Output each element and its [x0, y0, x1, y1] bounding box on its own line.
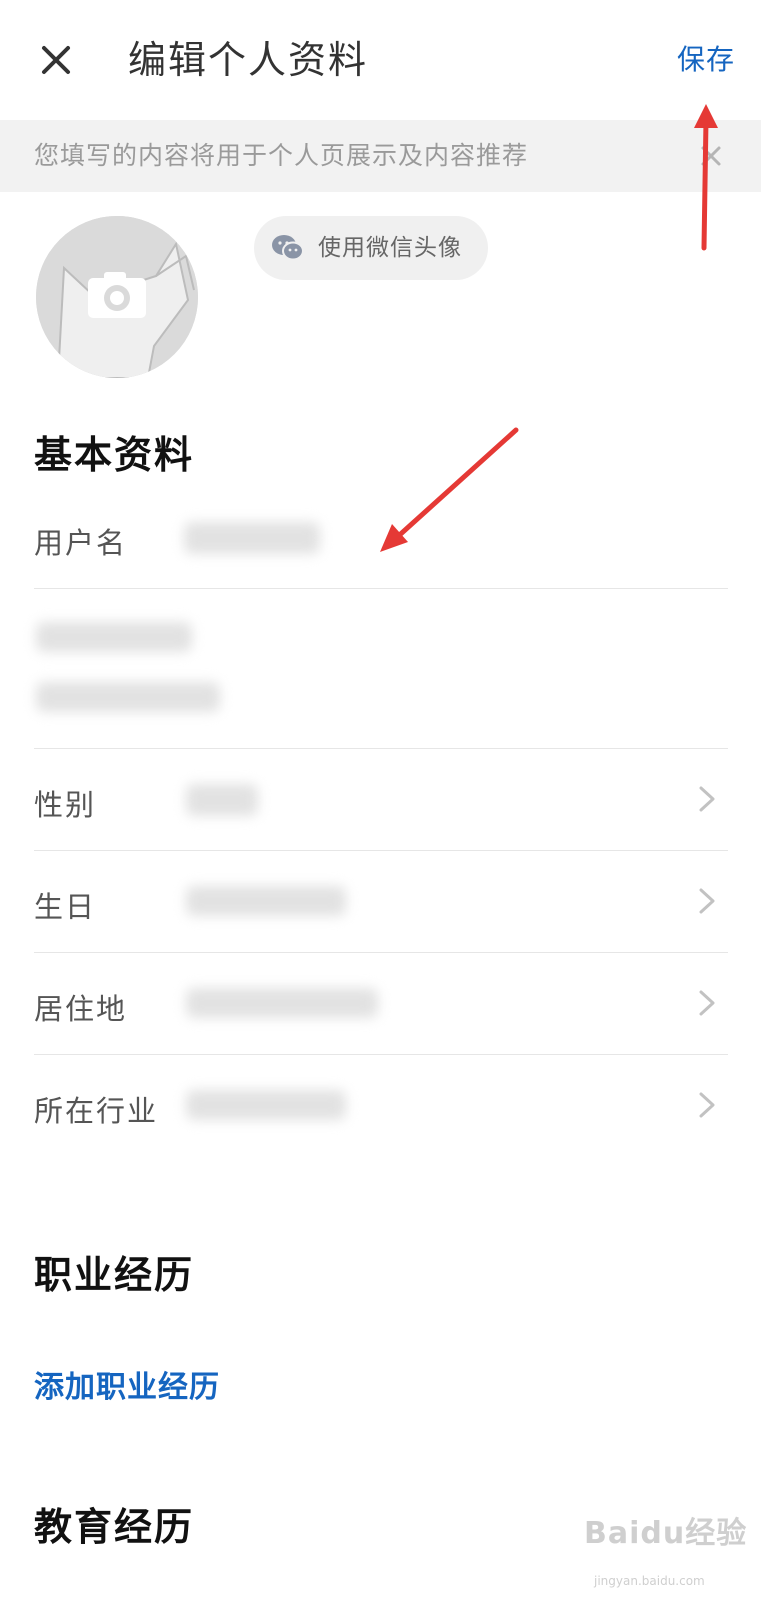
- gender-value[interactable]: [186, 784, 258, 816]
- bio-line[interactable]: [36, 622, 192, 652]
- username-label: 用户名: [34, 526, 128, 560]
- watermark-url: jingyan.baidu.com: [594, 1574, 705, 1588]
- basic-info-title: 基本资料: [34, 433, 195, 477]
- residence-label: 居住地: [34, 992, 128, 1026]
- close-icon: [701, 146, 721, 166]
- close-button[interactable]: [34, 38, 78, 82]
- chevron-right-icon[interactable]: [696, 886, 718, 916]
- divider: [34, 748, 728, 749]
- notice-close-button[interactable]: [697, 142, 725, 170]
- wechat-avatar-label: 使用微信头像: [318, 235, 462, 261]
- chevron-right-icon[interactable]: [696, 1090, 718, 1120]
- birthday-value[interactable]: [186, 886, 346, 916]
- industry-label: 所在行业: [34, 1094, 159, 1128]
- divider: [34, 952, 728, 953]
- use-wechat-avatar-button[interactable]: 使用微信头像: [254, 216, 488, 280]
- watermark: Baidu经验: [584, 1516, 748, 1551]
- chevron-right-icon[interactable]: [696, 988, 718, 1018]
- notice-text: 您填写的内容将用于个人页展示及内容推荐: [34, 141, 529, 170]
- page-title: 编辑个人资料: [128, 38, 369, 82]
- close-icon: [42, 46, 70, 74]
- divider: [34, 850, 728, 851]
- top-bar: 编辑个人资料 保存: [0, 0, 761, 120]
- bio-line[interactable]: [36, 682, 220, 712]
- notice-banner: 您填写的内容将用于个人页展示及内容推荐: [0, 120, 761, 192]
- divider: [34, 588, 728, 589]
- career-title: 职业经历: [34, 1253, 195, 1297]
- wechat-icon: [272, 235, 304, 261]
- divider: [34, 1054, 728, 1055]
- avatar-placeholder-icon: [36, 216, 198, 378]
- avatar[interactable]: [36, 216, 198, 378]
- add-career-link[interactable]: 添加职业经历: [34, 1362, 220, 1406]
- save-button[interactable]: 保存: [677, 40, 735, 80]
- chevron-right-icon[interactable]: [696, 784, 718, 814]
- gender-label: 性别: [34, 788, 97, 822]
- residence-value[interactable]: [186, 988, 378, 1018]
- education-title: 教育经历: [34, 1505, 195, 1549]
- birthday-label: 生日: [34, 890, 97, 924]
- username-input[interactable]: [184, 522, 320, 554]
- industry-value[interactable]: [186, 1090, 346, 1120]
- annotation-arrow-username: [380, 427, 519, 552]
